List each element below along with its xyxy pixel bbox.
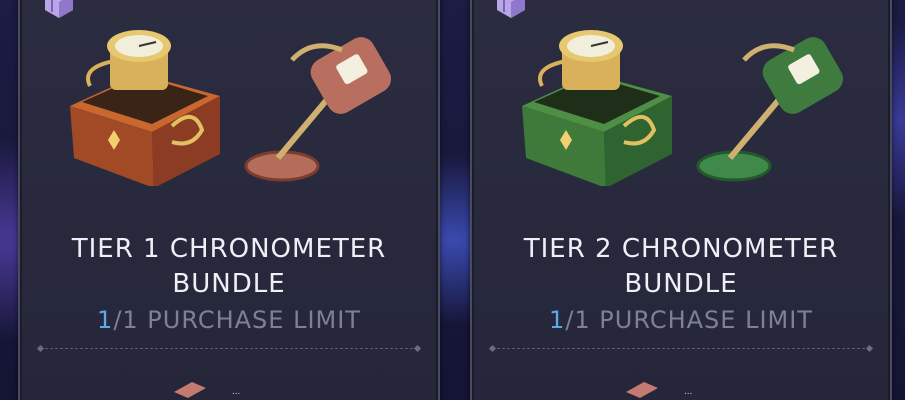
bundle-title-line-2: BUNDLE [172,269,286,299]
bundle-title-line-1: TIER 1 CHRONOMETER [71,234,387,264]
purchase-limit: 1/1 PURCHASE LIMIT [472,306,890,334]
cost-label: ... [684,386,693,397]
currency-icon [174,382,206,398]
purchase-limit-count: 1 [97,306,114,334]
store-screen: TIER 1 CHRONOMETER BUNDLE 1/1 PURCHASE L… [0,0,905,400]
metal-detector-icon [696,37,844,182]
chronometer-box-icon [522,30,672,186]
cost-label: ... [232,386,241,397]
currency-icon [626,382,658,398]
bundle-title: TIER 2 CHRONOMETER BUNDLE [472,232,890,302]
bundle-card-tier-2[interactable]: TIER 2 CHRONOMETER BUNDLE 1/1 PURCHASE L… [470,0,892,400]
chronometer-box-icon [70,30,220,186]
purchase-limit-label: /1 PURCHASE LIMIT [565,306,813,334]
divider [40,348,418,349]
bundle-title: TIER 1 CHRONOMETER BUNDLE [20,232,438,302]
purchase-limit-count: 1 [549,306,566,334]
metal-detector-icon [244,37,392,182]
bundle-card-tier-1[interactable]: TIER 1 CHRONOMETER BUNDLE 1/1 PURCHASE L… [18,0,440,400]
bundle-title-line-2: BUNDLE [624,269,738,299]
divider [492,348,870,349]
purchase-limit-label: /1 PURCHASE LIMIT [113,306,361,334]
chronometer-bundle-art [70,30,392,186]
purchase-limit: 1/1 PURCHASE LIMIT [20,306,438,334]
chronometer-bundle-art [522,30,844,186]
bundle-title-line-1: TIER 2 CHRONOMETER [523,234,839,264]
